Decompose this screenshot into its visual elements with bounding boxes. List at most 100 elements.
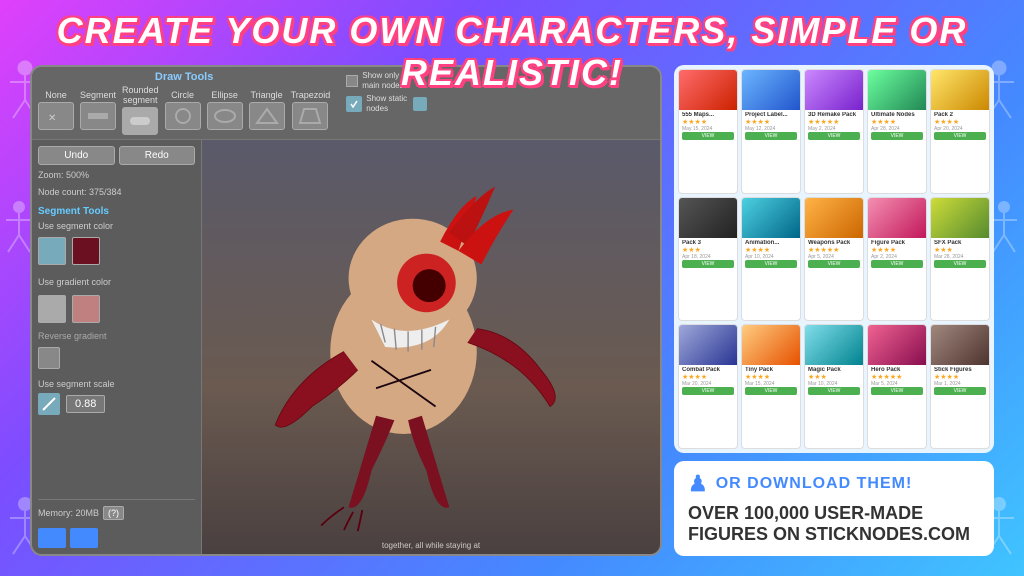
download-header: ♟ OR DOWNLOAD THEM! (688, 471, 980, 497)
tool-rounded-icon (122, 107, 158, 135)
tool-segment[interactable]: Segment (80, 90, 116, 130)
store-card-9[interactable]: Figure Pack ★★★★ Apr 2, 2024 VIEW (867, 197, 927, 322)
store-card-5-btn[interactable]: VIEW (934, 132, 986, 140)
help-button[interactable]: (?) (103, 506, 124, 520)
show-static-nodes-label: Show static nodes (366, 94, 407, 115)
top-banner: CREATE YOUR OWN CHARACTERS, SIMPLE OR RE… (0, 10, 1024, 94)
store-card-8-btn[interactable]: VIEW (808, 260, 860, 268)
store-card-11-img (679, 325, 737, 365)
scale-row: 0.88 (38, 393, 195, 415)
nav-left-button[interactable] (38, 528, 66, 548)
gradient-color-label: Use gradient color (38, 277, 195, 287)
store-card-6-btn[interactable]: VIEW (682, 260, 734, 268)
download-chess-icon: ♟ (688, 471, 708, 497)
store-card-15[interactable]: Stick Figures ★★★★ Mar 1, 2024 VIEW (930, 324, 990, 449)
tool-circle[interactable]: Circle (165, 90, 201, 130)
store-card-12[interactable]: Tiny Pack ★★★★ Mar 15, 2024 VIEW (741, 324, 801, 449)
static-nodes-color-indicator (413, 97, 427, 111)
store-card-9-btn[interactable]: VIEW (871, 260, 923, 268)
store-card-2-btn[interactable]: VIEW (745, 132, 797, 140)
banner-title: CREATE YOUR OWN CHARACTERS, SIMPLE OR RE… (0, 10, 1024, 94)
tool-ellipse[interactable]: Ellipse (207, 90, 243, 130)
store-card-8-stars: ★★★★★ (808, 246, 860, 254)
store-card-2-stars: ★★★★ (745, 118, 797, 126)
canvas-bottom-text: together, all while staying at (382, 541, 480, 550)
main-content: Draw Tools None ✕ Segment (30, 65, 994, 556)
store-card-13[interactable]: Magic Pack ★★★ Mar 10, 2024 VIEW (804, 324, 864, 449)
gradient-swatch-2[interactable] (72, 295, 100, 323)
store-card-4-btn[interactable]: VIEW (871, 132, 923, 140)
tool-trapezoid[interactable]: Trapezoid (291, 90, 331, 130)
store-card-8-img (805, 198, 863, 238)
node-count-info: Node count: 375/384 (38, 186, 195, 199)
undo-redo-bar: Undo Redo (38, 146, 195, 165)
redo-button[interactable]: Redo (119, 146, 196, 165)
store-card-12-btn[interactable]: VIEW (745, 387, 797, 395)
store-card-1-btn[interactable]: VIEW (682, 132, 734, 140)
store-card-8[interactable]: Weapons Pack ★★★★★ Apr 5, 2024 VIEW (804, 197, 864, 322)
scale-value[interactable]: 0.88 (66, 395, 105, 413)
reverse-gradient-label: Reverse gradient (38, 331, 195, 341)
segment-tools-title: Segment Tools (38, 206, 195, 217)
store-card-6-img (679, 198, 737, 238)
store-card-14-img (868, 325, 926, 365)
segment-color-swatch-2[interactable] (72, 237, 100, 265)
segment-color-swatch-1[interactable] (38, 237, 66, 265)
store-card-14[interactable]: Hero Pack ★★★★★ Mar 5, 2024 VIEW (867, 324, 927, 449)
store-card-7-img (742, 198, 800, 238)
reverse-gradient-swatch[interactable] (38, 347, 60, 369)
tool-none[interactable]: None ✕ (38, 90, 74, 130)
nav-buttons (38, 528, 195, 548)
store-card-12-stars: ★★★★ (745, 373, 797, 381)
store-card-10-img (931, 198, 989, 238)
tool-triangle-icon (249, 102, 285, 130)
store-card-1-stars: ★★★★ (682, 118, 734, 126)
left-sidebar: Undo Redo Zoom: 500% Node count: 375/384… (32, 140, 202, 554)
store-card-13-stars: ★★★ (808, 373, 860, 381)
store-card-11-btn[interactable]: VIEW (682, 387, 734, 395)
store-card-10-date: Mar 28, 2024 (934, 254, 986, 260)
tool-triangle[interactable]: Triangle (249, 90, 285, 130)
store-card-10[interactable]: SFX Pack ★★★ Mar 28, 2024 VIEW (930, 197, 990, 322)
store-card-7-stars: ★★★★ (745, 246, 797, 254)
svg-text:✕: ✕ (48, 113, 56, 124)
tool-trapezoid-icon (292, 102, 328, 130)
store-panel: 555 Maps... ★★★★ May 15, 2024 VIEW Proje… (674, 65, 994, 453)
store-card-3-btn[interactable]: VIEW (808, 132, 860, 140)
store-card-15-stars: ★★★★ (934, 373, 986, 381)
store-card-15-btn[interactable]: VIEW (934, 387, 986, 395)
store-card-15-img (931, 325, 989, 365)
gradient-swatch-1[interactable] (38, 295, 66, 323)
store-card-13-img (805, 325, 863, 365)
store-card-6[interactable]: Pack 3 ★★★ Apr 18, 2024 VIEW (678, 197, 738, 322)
tool-ellipse-icon (207, 102, 243, 130)
store-card-5-stars: ★★★★ (934, 118, 986, 126)
app-panel: Draw Tools None ✕ Segment (30, 65, 662, 556)
show-static-nodes-checkbox[interactable] (346, 96, 362, 112)
store-card-11[interactable]: Combat Pack ★★★★ Mar 20, 2024 VIEW (678, 324, 738, 449)
store-card-10-stars: ★★★ (934, 246, 986, 254)
store-card-9-date: Apr 2, 2024 (871, 254, 923, 260)
download-panel: ♟ OR DOWNLOAD THEM! OVER 100,000 USER-MA… (674, 461, 994, 556)
tool-circle-icon (165, 102, 201, 130)
store-card-14-btn[interactable]: VIEW (871, 387, 923, 395)
undo-button[interactable]: Undo (38, 146, 115, 165)
download-description: OVER 100,000 USER-MADE FIGURES ON STICKN… (688, 503, 980, 546)
store-card-10-btn[interactable]: VIEW (934, 260, 986, 268)
character-illustration (202, 140, 660, 554)
scale-label: Use segment scale (38, 379, 195, 389)
store-card-8-date: Apr 5, 2024 (808, 254, 860, 260)
nav-right-button[interactable] (70, 528, 98, 548)
store-card-13-btn[interactable]: VIEW (808, 387, 860, 395)
store-card-7[interactable]: Animation... ★★★★ Apr 10, 2024 VIEW (741, 197, 801, 322)
store-card-6-date: Apr 18, 2024 (682, 254, 734, 260)
show-static-nodes-option[interactable]: Show static nodes (346, 94, 427, 115)
store-card-7-date: Apr 10, 2024 (745, 254, 797, 260)
download-desc-line2: FIGURES ON STICKNODES.COM (688, 524, 970, 544)
tool-segment-icon (80, 102, 116, 130)
store-card-6-stars: ★★★ (682, 246, 734, 254)
canvas-area[interactable]: together, all while staying at (202, 140, 660, 554)
store-card-7-btn[interactable]: VIEW (745, 260, 797, 268)
memory-bar: Memory: 20MB (?) (38, 499, 195, 520)
segment-color-label: Use segment color (38, 221, 195, 231)
